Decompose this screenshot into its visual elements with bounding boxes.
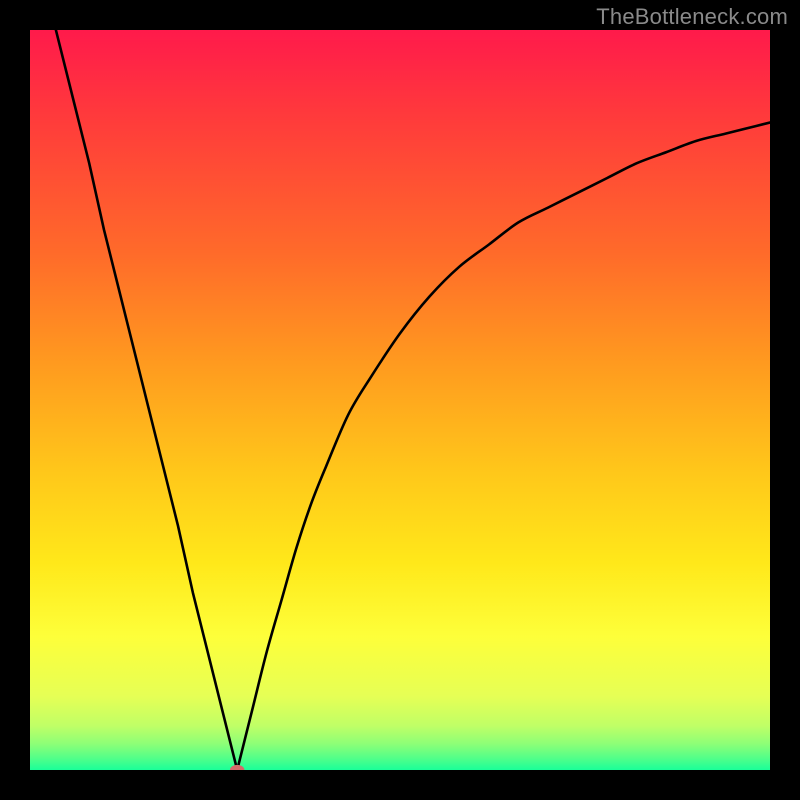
chart-frame: TheBottleneck.com (0, 0, 800, 800)
watermark-text: TheBottleneck.com (596, 4, 788, 30)
plot-background (30, 30, 770, 770)
bottleneck-chart (30, 30, 770, 770)
